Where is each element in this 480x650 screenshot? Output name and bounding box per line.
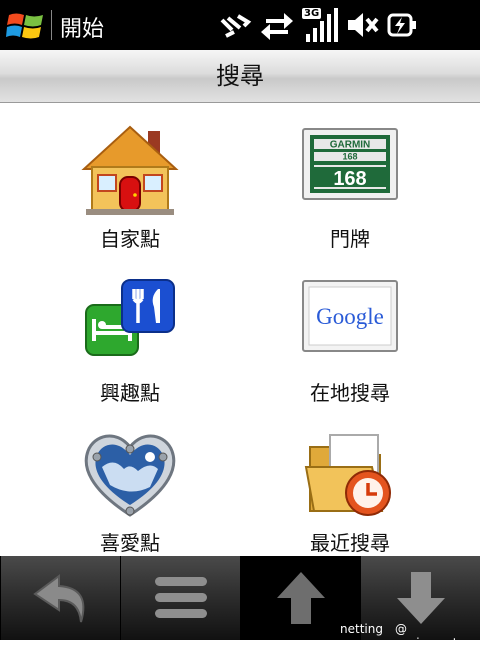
network-badge: 3G bbox=[302, 8, 322, 19]
garmin-brand: GARMIN bbox=[330, 140, 371, 151]
home-icon bbox=[81, 125, 179, 215]
grid-item-poi[interactable]: 興趣點 bbox=[30, 277, 230, 427]
status-bar: 開始 3G bbox=[0, 0, 480, 50]
grid-item-favorites[interactable]: 喜愛點 bbox=[30, 427, 230, 577]
up-arrow-icon bbox=[276, 572, 325, 624]
page-title: 搜尋 bbox=[216, 62, 264, 90]
garmin-big-number: 168 bbox=[333, 168, 366, 190]
signal-strength-icon[interactable]: 3G bbox=[302, 8, 340, 42]
start-button[interactable]: 開始 bbox=[0, 0, 120, 50]
google-icon: Google bbox=[302, 280, 398, 352]
down-arrow-icon bbox=[396, 572, 445, 624]
watermark-left: netting bbox=[340, 622, 383, 636]
grid-item-label: 門牌 bbox=[330, 227, 370, 251]
separator bbox=[51, 10, 52, 40]
bottom-toolbar: netting @ sogi.com.tw bbox=[0, 556, 480, 650]
grid-item-label: 喜愛點 bbox=[100, 531, 160, 555]
back-icon bbox=[32, 574, 84, 623]
address-sign-icon: GARMIN 168 168 bbox=[302, 128, 398, 200]
back-button[interactable] bbox=[0, 556, 120, 640]
garmin-small-number: 168 bbox=[342, 152, 357, 162]
watermark-right: @ sogi.com.tw bbox=[395, 622, 468, 650]
menu-icon bbox=[154, 577, 207, 618]
menu-button[interactable] bbox=[120, 556, 240, 640]
grid-item-label: 在地搜尋 bbox=[310, 381, 390, 405]
windows-logo-icon bbox=[6, 13, 43, 39]
favorite-heart-icon bbox=[84, 434, 176, 517]
poi-icon bbox=[85, 279, 175, 356]
grid-item-local-search[interactable]: Google 在地搜尋 bbox=[250, 277, 450, 427]
start-label: 開始 bbox=[60, 17, 105, 42]
grid-item-home[interactable]: 自家點 bbox=[30, 123, 230, 273]
grid-item-label: 最近搜尋 bbox=[310, 531, 390, 555]
battery-charging-icon[interactable] bbox=[386, 8, 420, 42]
grid-item-address[interactable]: GARMIN 168 168 門牌 bbox=[250, 123, 450, 273]
recent-folder-icon bbox=[304, 434, 391, 516]
grid-item-label: 興趣點 bbox=[100, 381, 160, 405]
data-disconnected-icon[interactable] bbox=[218, 8, 254, 42]
grid-item-recent[interactable]: 最近搜尋 bbox=[250, 427, 450, 577]
grid-item-label: 自家點 bbox=[100, 227, 160, 251]
connection-arrows-icon[interactable] bbox=[260, 8, 294, 42]
title-bar: 搜尋 bbox=[0, 50, 480, 103]
volume-muted-icon[interactable] bbox=[346, 8, 380, 42]
google-logo-text: Google bbox=[316, 304, 384, 329]
